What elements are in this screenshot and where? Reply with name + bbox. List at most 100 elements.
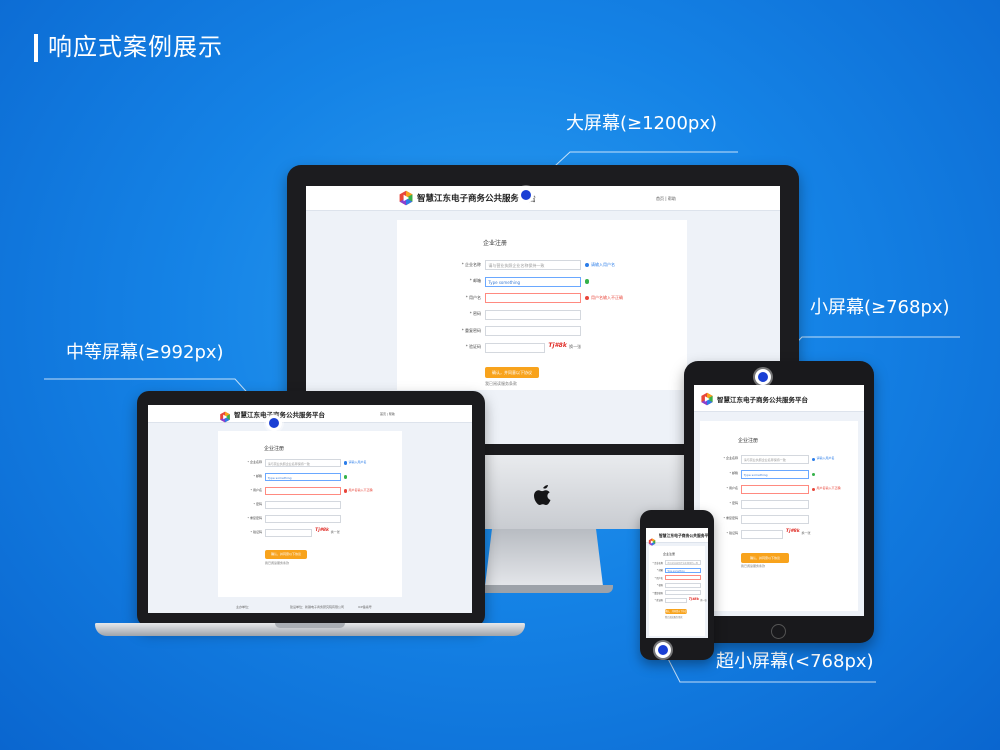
field-label: * 重复密码 [247, 516, 262, 521]
error-icon [585, 295, 590, 301]
field-input[interactable] [485, 309, 581, 320]
field-input[interactable] [485, 342, 545, 353]
field-input[interactable]: Type something [485, 276, 581, 287]
field-input[interactable]: Type something [265, 473, 341, 481]
field-input[interactable]: 请与营业执照企业名称保持一致 [665, 560, 701, 565]
field-input[interactable] [265, 529, 313, 537]
captcha-image[interactable]: Tj#8k [689, 597, 699, 601]
field-input[interactable] [265, 515, 341, 523]
site-logo-icon [648, 531, 656, 546]
field-input[interactable]: Type something [741, 470, 809, 479]
footer-host: 主办单位： [236, 605, 252, 609]
field-input[interactable] [265, 487, 341, 495]
field-label: * 重复密码 [652, 591, 663, 595]
field-label: * 密码 [729, 501, 738, 506]
captcha-image[interactable]: Tj#8k [548, 342, 567, 349]
site-logo-icon [219, 408, 231, 422]
field-input[interactable]: Type something [665, 567, 701, 573]
field-label: * 验证码 [465, 344, 481, 349]
field-input[interactable] [741, 515, 809, 524]
register-card: 企业注册 * 企业名称 请与营业执照企业名称保持一致 * 邮箱 Type somethi… [649, 546, 707, 636]
field-input[interactable]: 请与营业执照企业名称保持一致 [741, 455, 809, 464]
phone-screen: 智慧江东电子商务公共服务平台企业注册 * 企业名称 请与营业执照企业名称保持一致 * … [646, 528, 708, 638]
field-hint: 用户名输入不正确 [348, 488, 373, 493]
field-input[interactable] [485, 293, 581, 303]
small-screen-marker [755, 369, 771, 385]
field-input[interactable] [665, 575, 701, 580]
field-label: * 邮箱 [253, 474, 262, 479]
header-links[interactable]: 首页 | 帮助 [656, 196, 676, 202]
field-label: * 验证码 [250, 530, 262, 535]
check-icon [585, 279, 590, 284]
field-label: * 邮箱 [469, 278, 481, 283]
field-input[interactable] [665, 582, 701, 588]
agree-terms-checkbox[interactable]: 我已阅读服务条款 [265, 561, 289, 565]
site-logo-icon [700, 391, 714, 406]
site-name: 智慧江东电子商务公共服务平台 [659, 532, 708, 538]
imac-base [475, 585, 613, 593]
field-input[interactable] [741, 500, 809, 509]
submit-button[interactable]: 确认，并同意以下协议 [741, 552, 789, 563]
field-label: * 企业名称 [247, 460, 262, 465]
xsmall-screen-marker [655, 642, 671, 658]
tablet-screen: 智慧江东电子商务公共服务平台 企业注册 * 企业名称 请与营业执照企业名称保持一致 请输… [694, 385, 864, 616]
field-label: * 密码 [656, 584, 663, 588]
footer-icp: ICP备案号 [358, 605, 372, 609]
tablet-home-button [771, 624, 786, 639]
error-icon [812, 487, 816, 492]
agree-terms-checkbox[interactable]: 我已阅读服务条款 [665, 615, 683, 619]
field-label: * 用户名 [250, 488, 262, 493]
header-links[interactable]: 首页 | 帮助 [380, 412, 395, 416]
laptop-screen: 智慧江东电子商务公共服务平台 首页 | 帮助企业注册 * 企业名称 请与营业执照企业名… [148, 405, 472, 613]
site-header: 智慧江东电子商务公共服务平台 首页 | 帮助 [148, 405, 472, 423]
field-label: * 企业名称 [652, 561, 663, 565]
field-hint: 请输入用户名 [348, 460, 367, 465]
captcha-refresh-link[interactable]: 换一张 [801, 531, 810, 535]
field-hint: 用户名输入不正确 [591, 294, 623, 300]
field-hint: 用户名输入不正确 [816, 486, 841, 491]
agree-terms-checkbox[interactable]: 我已阅读服务条款 [741, 564, 765, 568]
field-input[interactable] [265, 501, 341, 509]
form-title: 企业注册 [738, 438, 759, 444]
field-input[interactable] [741, 530, 784, 539]
captcha-image[interactable]: Tj#8k [315, 528, 329, 533]
site-header: 智慧江东电子商务公共服务平台 [694, 385, 864, 412]
field-input[interactable]: 请与营业执照企业名称保持一致 [265, 459, 341, 467]
field-label: * 密码 [469, 311, 481, 316]
callout-xsmall-screen: 超小屏幕(<768px) [716, 651, 874, 672]
field-label: * 用户名 [726, 486, 738, 491]
field-label: * 企业名称 [461, 261, 481, 267]
field-hint: 请输入用户名 [816, 456, 835, 461]
field-label: * 邮箱 [729, 471, 738, 476]
site-name: 智慧江东电子商务公共服务平台 [717, 395, 808, 404]
captcha-image[interactable]: Tj#8k [786, 529, 800, 534]
field-input[interactable] [485, 326, 581, 336]
submit-button[interactable]: 确认，并同意以下协议 [485, 367, 539, 379]
field-hint: 请输入用户名 [591, 261, 615, 267]
field-input[interactable]: 请与营业执照企业名称保持一致 [485, 260, 581, 270]
agree-terms-checkbox[interactable]: 我已阅读服务条款 [485, 381, 517, 387]
captcha-refresh-link[interactable]: 换一张 [700, 598, 707, 602]
check-icon [812, 472, 816, 477]
field-input[interactable] [665, 590, 701, 595]
site-logo-icon [398, 190, 414, 206]
form-title: 企业注册 [663, 552, 676, 556]
register-card: 企业注册 * 企业名称 请与营业执照企业名称保持一致 请输入用户名 * 邮箱 Type s… [397, 220, 687, 390]
callout-large-screen: 大屏幕(≥1200px) [566, 113, 718, 134]
imac-stand [485, 528, 603, 586]
site-header: 智慧江东电子商务公共服务平台 首页 | 帮助 [306, 186, 780, 211]
callout-small-screen: 小屏幕(≥768px) [810, 297, 950, 318]
form-title: 企业注册 [264, 446, 285, 452]
field-label: * 用户名 [654, 576, 663, 580]
register-card: 企业注册 * 企业名称 请与营业执照企业名称保持一致 请输入用户名 * 邮箱 Type s… [218, 431, 402, 597]
field-input[interactable] [741, 485, 809, 494]
submit-button[interactable]: 确认，并同意以下协议 [265, 550, 307, 559]
captcha-refresh-link[interactable]: 换一张 [331, 530, 340, 534]
register-card: 企业注册 * 企业名称 请与营业执照企业名称保持一致 请输入用户名 * 邮箱 Type s… [700, 421, 858, 611]
error-icon [344, 489, 348, 493]
info-icon [812, 457, 816, 462]
field-input[interactable] [665, 597, 688, 603]
submit-button[interactable]: 确认，并同意以下协议 [665, 608, 687, 614]
captcha-refresh-link[interactable]: 换一张 [569, 344, 581, 350]
laptop-notch [275, 623, 345, 628]
